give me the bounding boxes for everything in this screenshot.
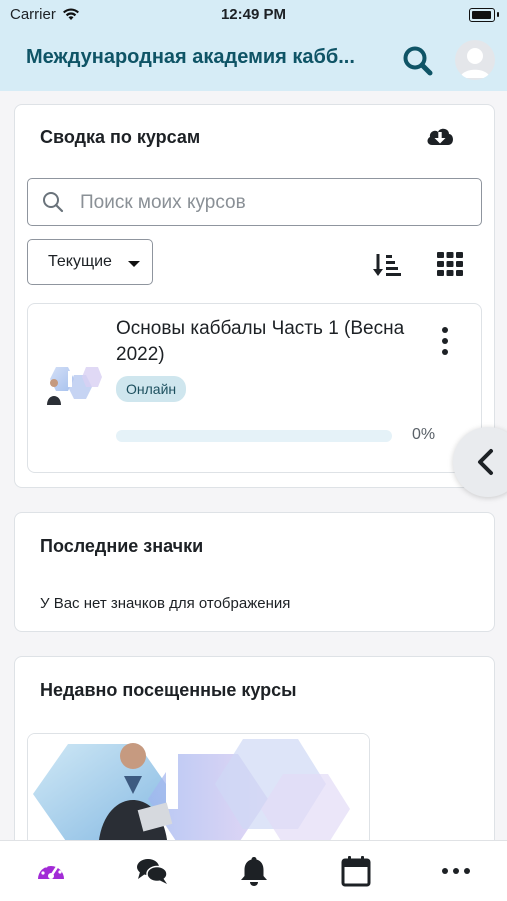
course-overview-title: Сводка по курсам: [40, 127, 201, 147]
user-icon: [460, 48, 490, 78]
search-icon[interactable]: [401, 44, 435, 78]
page-title: Международная академия кабб...: [26, 46, 355, 68]
messages-icon[interactable]: [136, 855, 168, 887]
dashboard-icon[interactable]: [35, 855, 67, 887]
filter-label: Текущие: [48, 253, 112, 270]
course-title[interactable]: Основы каббалы Часть 1 (Весна 2022): [116, 316, 416, 368]
status-bar: Carrier 12:49 PM: [0, 0, 507, 30]
sort-icon[interactable]: [372, 251, 402, 279]
cloud-download-icon[interactable]: [425, 123, 455, 151]
notifications-icon[interactable]: [238, 855, 270, 887]
more-icon[interactable]: [440, 855, 472, 887]
recent-badges-block: Последние значки У Вас нет значков для о…: [14, 512, 495, 632]
status-badge: Онлайн: [116, 376, 187, 402]
battery-tip: [497, 12, 499, 17]
course-card[interactable]: Основы каббалы Часть 1 (Весна 2022) Онла…: [27, 303, 482, 473]
calendar-icon[interactable]: [340, 855, 372, 887]
app-header: Международная академия кабб...: [0, 30, 507, 91]
grid-view-icon[interactable]: [436, 251, 464, 277]
course-image[interactable]: [28, 734, 369, 854]
more-vertical-icon[interactable]: [438, 326, 452, 356]
search-input[interactable]: [78, 179, 472, 227]
caret-down-icon: [128, 261, 140, 267]
clock: 12:49 PM: [220, 6, 287, 23]
recent-badges-title: Последние значки: [40, 536, 204, 556]
empty-badges-text: У Вас нет значков для отображения: [40, 595, 291, 612]
avatar[interactable]: [455, 40, 495, 80]
bottom-navigation: [0, 840, 507, 901]
recent-course-card[interactable]: [27, 733, 370, 855]
course-search-field[interactable]: [27, 178, 482, 227]
battery-icon: [469, 8, 495, 22]
progress-bar: [116, 430, 392, 442]
progress-label: 0%: [412, 426, 436, 443]
course-filter-dropdown[interactable]: Текущие: [27, 239, 153, 285]
search-icon: [43, 192, 64, 213]
course-image[interactable]: [42, 365, 102, 411]
chevron-left-icon: [478, 449, 493, 475]
recent-courses-title: Недавно посещенные курсы: [40, 680, 297, 700]
course-overview-block: Сводка по курсам Текущие: [14, 104, 495, 488]
